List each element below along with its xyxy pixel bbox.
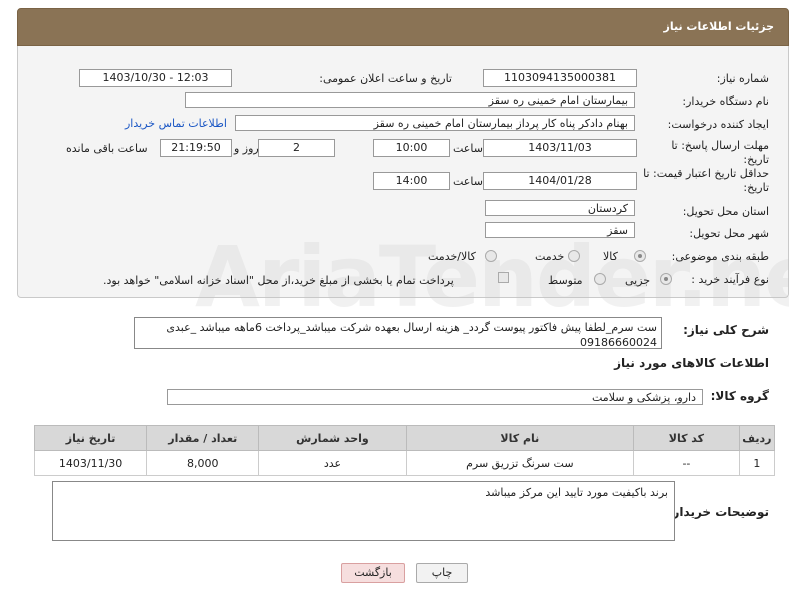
col-quantity: تعداد / مقدار bbox=[146, 425, 260, 451]
radio-goods-service[interactable] bbox=[485, 250, 497, 262]
process-type-label: نوع فرآیند خرید : bbox=[691, 273, 769, 286]
table-header-row: ردیف کد کالا نام کالا واحد شمارش تعداد /… bbox=[33, 425, 776, 451]
city-field: سقز bbox=[485, 222, 635, 238]
deadline-label: مهلت ارسال پاسخ: تا bbox=[671, 139, 769, 152]
radio-minor-label: جزیی bbox=[625, 274, 651, 287]
creator-field: بهنام دادکر پناه کار پرداز بیمارستان اما… bbox=[235, 115, 635, 131]
cell-item-code: -- bbox=[633, 450, 740, 476]
min-validity-label: حداقل تاریخ اعتبار قیمت: تا bbox=[643, 167, 769, 180]
goods-info-title: اطلاعات کالاهای مورد نیاز bbox=[614, 356, 769, 370]
cell-item-name: ست سرنگ تزریق سرم bbox=[405, 450, 635, 476]
announce-datetime-field: 1403/10/30 - 12:03 bbox=[79, 69, 232, 87]
contact-info-link[interactable]: اطلاعات تماس خریدار bbox=[125, 117, 227, 130]
description-label: شرح کلی نیاز: bbox=[683, 323, 769, 337]
days-remaining-field: 2 bbox=[258, 139, 335, 157]
deadline-date-field: 1403/11/03 bbox=[483, 139, 637, 157]
treasury-payment-note: پرداخت تمام یا بخشی از مبلغ خرید،از محل … bbox=[103, 274, 454, 287]
description-textarea[interactable]: ست سرم_لطفا پیش فاکتور پیوست گردد_ هزینه… bbox=[134, 317, 662, 349]
radio-medium[interactable] bbox=[594, 273, 606, 285]
city-label: شهر محل تحویل: bbox=[689, 227, 769, 240]
goods-table: ردیف کد کالا نام کالا واحد شمارش تعداد /… bbox=[33, 425, 776, 476]
buyer-org-label: نام دستگاه خریدار: bbox=[682, 95, 769, 108]
radio-service-label: خدمت bbox=[535, 250, 565, 263]
min-validity-label-date: تاریخ: bbox=[743, 181, 769, 194]
province-label: استان محل تحویل: bbox=[682, 205, 769, 218]
radio-minor[interactable] bbox=[660, 273, 672, 285]
col-unit: واحد شمارش bbox=[258, 425, 407, 451]
deadline-label-date: تاریخ: bbox=[743, 153, 769, 166]
radio-medium-label: متوسط bbox=[548, 274, 583, 287]
min-validity-date-field: 1404/01/28 bbox=[483, 172, 637, 190]
min-validity-time-field: 14:00 bbox=[373, 172, 450, 190]
cell-quantity: 8,000 bbox=[146, 450, 260, 476]
need-number-field: 1103094135000381 bbox=[483, 69, 637, 87]
col-need-date: تاریخ نیاز bbox=[33, 425, 148, 451]
col-row-number: ردیف bbox=[738, 425, 776, 451]
table-row[interactable]: 1 -- ست سرنگ تزریق سرم عدد 8,000 1403/11… bbox=[33, 450, 776, 476]
time-remaining-field: 21:19:50 bbox=[160, 139, 232, 157]
goods-group-field: دارو، پزشکی و سلامت bbox=[167, 389, 703, 405]
goods-group-label: گروه کالا: bbox=[710, 389, 769, 403]
cell-unit: عدد bbox=[258, 450, 407, 476]
col-item-code: کد کالا bbox=[633, 425, 740, 451]
buyer-notes-label: توضیحات خریدار: bbox=[667, 505, 769, 519]
panel-header: جزئیات اطلاعات نیاز bbox=[17, 8, 789, 46]
deadline-time-label: ساعت bbox=[453, 142, 483, 155]
radio-goods-service-label: کالا/خدمت bbox=[428, 250, 476, 263]
deadline-time-field: 10:00 bbox=[373, 139, 450, 157]
time-remaining-label: ساعت باقی مانده bbox=[66, 142, 148, 155]
category-label: طبقه بندی موضوعی: bbox=[671, 250, 769, 263]
cell-row-number: 1 bbox=[738, 450, 776, 476]
treasury-payment-checkbox[interactable] bbox=[498, 272, 509, 283]
buyer-org-field: بیمارستان امام خمینی ره سقز bbox=[185, 92, 635, 108]
print-button[interactable]: چاپ bbox=[416, 563, 468, 583]
page-title: جزئیات اطلاعات نیاز bbox=[663, 20, 775, 33]
col-item-name: نام کالا bbox=[405, 425, 635, 451]
cell-need-date: 1403/11/30 bbox=[33, 450, 148, 476]
back-button[interactable]: بازگشت bbox=[341, 563, 405, 583]
min-validity-time-label: ساعت bbox=[453, 175, 483, 188]
days-label: روز و bbox=[234, 142, 259, 155]
need-number-label: شماره نیاز: bbox=[716, 72, 769, 85]
buyer-notes-textarea[interactable]: برند باکیفیت مورد تایید این مرکز میباشد bbox=[52, 481, 675, 541]
radio-goods[interactable] bbox=[634, 250, 646, 262]
radio-service[interactable] bbox=[568, 250, 580, 262]
announce-label: تاریخ و ساعت اعلان عمومی: bbox=[319, 72, 452, 85]
radio-goods-label: کالا bbox=[603, 250, 618, 263]
creator-label: ایجاد کننده درخواست: bbox=[667, 118, 769, 131]
province-field: کردستان bbox=[485, 200, 635, 216]
